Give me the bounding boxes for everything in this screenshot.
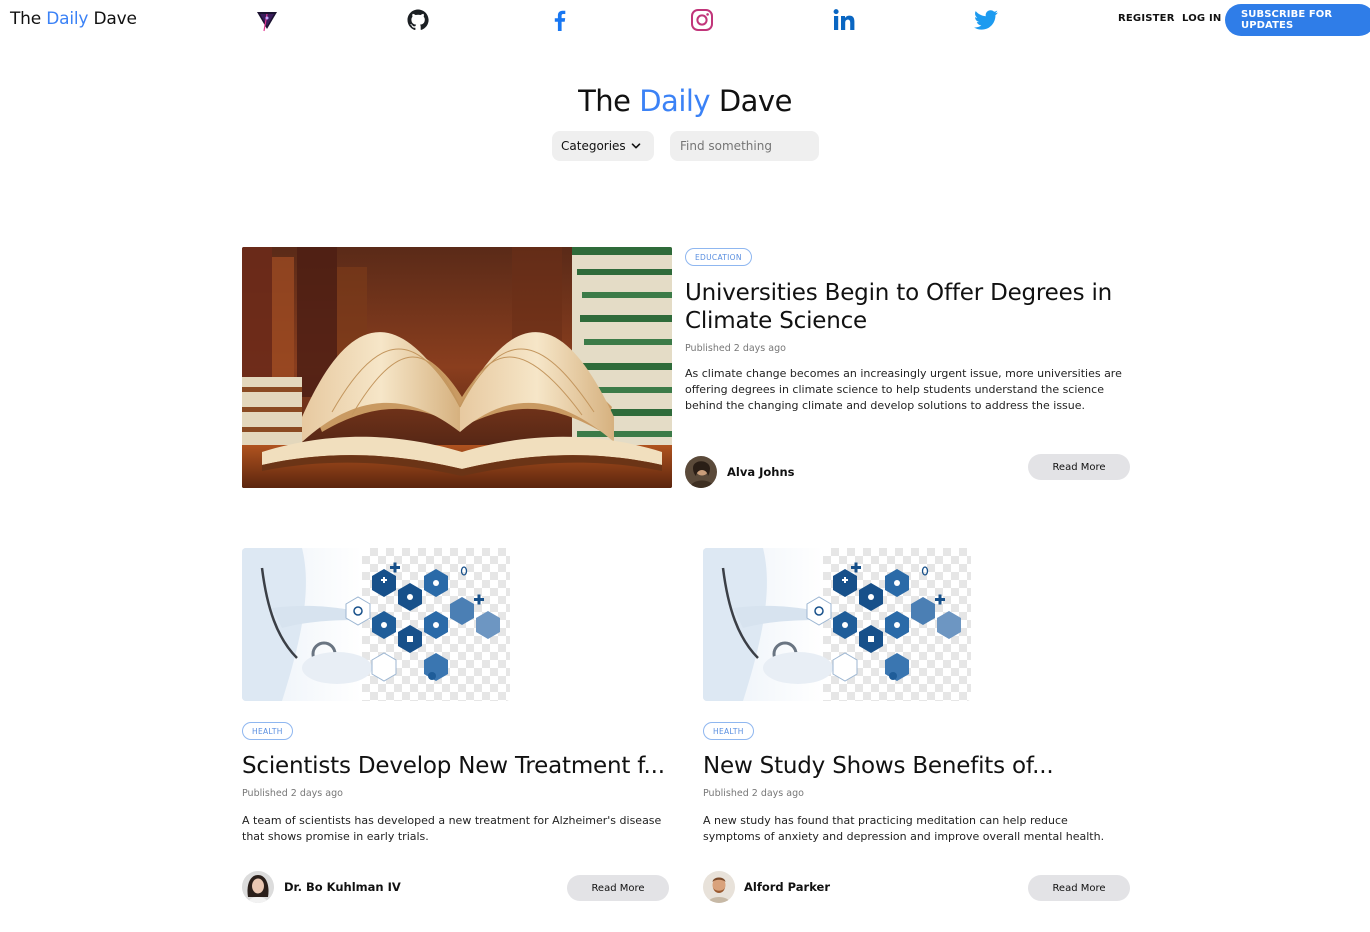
- author-name[interactable]: Dr. Bo Kuhlman IV: [284, 880, 401, 894]
- brand-logo[interactable]: The Daily Dave: [10, 9, 137, 29]
- hero-daily: Daily: [639, 84, 711, 118]
- instagram-icon[interactable]: [688, 6, 716, 34]
- hero-the: The: [578, 84, 631, 118]
- post-excerpt: A new study has found that practicing me…: [703, 814, 1105, 843]
- top-navbar: The Daily Dave REGISTER LOG IN SUBSCRIBE…: [0, 0, 1370, 40]
- hero-title: The Daily Dave: [0, 84, 1370, 118]
- login-link[interactable]: LOG IN: [1182, 13, 1222, 24]
- brand-daily: Daily: [46, 9, 89, 29]
- post-image[interactable]: [703, 548, 971, 701]
- chevron-down-icon: [631, 143, 641, 149]
- post-excerpt: A team of scientists has developed a new…: [242, 814, 662, 843]
- post-image[interactable]: [242, 548, 510, 701]
- github-icon[interactable]: [404, 6, 432, 34]
- post-title[interactable]: Scientists Develop New Treatment f...: [242, 752, 672, 780]
- avatar[interactable]: [242, 871, 274, 903]
- author-name[interactable]: Alva Johns: [727, 465, 795, 479]
- featured-title-line-2: Climate Science: [685, 308, 867, 334]
- register-link[interactable]: REGISTER: [1118, 13, 1175, 24]
- linkedin-icon[interactable]: [830, 6, 858, 34]
- categories-dropdown[interactable]: Categories: [552, 131, 654, 161]
- read-more-button[interactable]: Read More: [1028, 454, 1130, 480]
- featured-post-title[interactable]: Universities Begin to Offer Degrees in C…: [685, 279, 1125, 335]
- post-date: Published 2 days ago: [703, 788, 804, 799]
- post-tag[interactable]: EDUCATION: [685, 248, 752, 266]
- hero-dave: Dave: [718, 84, 793, 118]
- author-name[interactable]: Alford Parker: [744, 880, 830, 894]
- subscribe-button[interactable]: SUBSCRIBE FOR UPDATES: [1225, 4, 1370, 36]
- post-tag[interactable]: HEALTH: [242, 722, 293, 740]
- post-tag[interactable]: HEALTH: [703, 722, 754, 740]
- brand-dave: Dave: [93, 9, 137, 29]
- avatar[interactable]: [703, 871, 735, 903]
- featured-title-line-1: Universities Begin to Offer Degrees in: [685, 280, 1113, 306]
- read-more-button[interactable]: Read More: [567, 875, 669, 901]
- categories-label: Categories: [561, 139, 626, 153]
- post-date: Published 2 days ago: [685, 343, 786, 354]
- featured-post-image[interactable]: [242, 247, 672, 488]
- search-input[interactable]: [670, 131, 819, 161]
- post-excerpt: As climate change becomes an increasingl…: [685, 367, 1122, 412]
- post-date: Published 2 days ago: [242, 788, 343, 799]
- post-title[interactable]: New Study Shows Benefits of...: [703, 752, 1133, 780]
- facebook-icon[interactable]: [546, 6, 574, 34]
- logo-triangle-icon[interactable]: [253, 6, 281, 34]
- brand-the: The: [10, 9, 42, 29]
- twitter-icon[interactable]: [972, 6, 1000, 34]
- avatar[interactable]: [685, 456, 717, 488]
- read-more-button[interactable]: Read More: [1028, 875, 1130, 901]
